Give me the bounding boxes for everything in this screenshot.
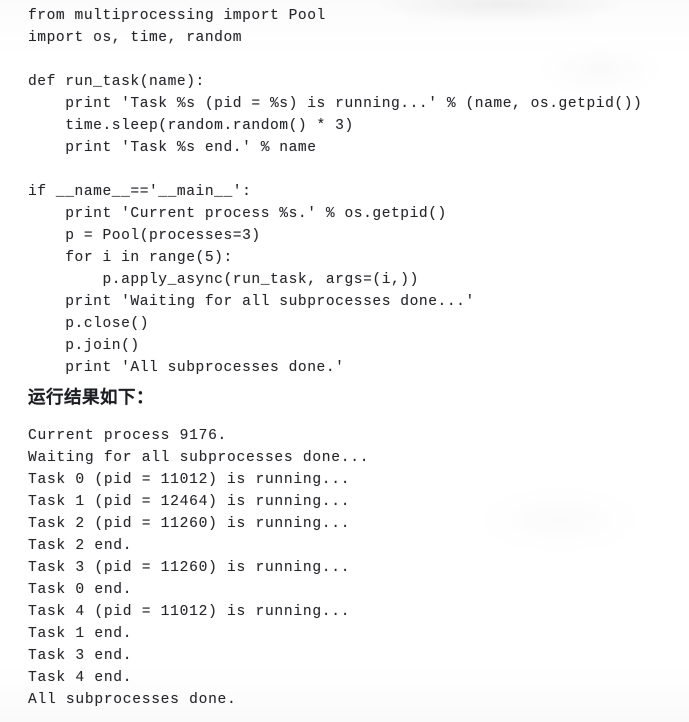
result-heading: 运行结果如下： bbox=[28, 388, 154, 408]
output-line: Task 1 end. bbox=[28, 626, 133, 642]
output-line: Task 0 end. bbox=[28, 582, 133, 598]
code-line: time.sleep(random.random() * 3) bbox=[28, 118, 354, 134]
code-line: from multiprocessing import Pool bbox=[28, 8, 326, 24]
output-line: Task 4 (pid = 11012) is running... bbox=[28, 604, 351, 620]
scanned-page: from multiprocessing import Pool import o… bbox=[0, 0, 689, 722]
python-code-block: from multiprocessing import Pool import o… bbox=[0, 5, 689, 379]
console-output-block: Current process 9176. Waiting for all sub… bbox=[0, 425, 689, 711]
output-line: Task 0 (pid = 11012) is running... bbox=[28, 472, 351, 488]
output-line: Task 2 (pid = 11260) is running... bbox=[28, 516, 351, 532]
code-line: p.close() bbox=[28, 316, 149, 332]
code-line: print 'All subprocesses done.' bbox=[28, 360, 345, 376]
code-line: print 'Task %s (pid = %s) is running...'… bbox=[28, 96, 643, 112]
code-line: print 'Current process %s.' % os.getpid(… bbox=[28, 206, 447, 222]
code-line: p = Pool(processes=3) bbox=[28, 228, 261, 244]
code-line: p.apply_async(run_task, args=(i,)) bbox=[28, 272, 419, 288]
code-line: import os, time, random bbox=[28, 30, 243, 46]
code-line: p.join() bbox=[28, 338, 140, 354]
output-line: Task 3 end. bbox=[28, 648, 133, 664]
code-line: print 'Task %s end.' % name bbox=[28, 140, 317, 156]
code-line: for i in range(5): bbox=[28, 250, 233, 266]
code-line: if __name__=='__main__': bbox=[28, 184, 252, 200]
code-line: def run_task(name): bbox=[28, 74, 205, 90]
output-line: Task 1 (pid = 12464) is running... bbox=[28, 494, 351, 510]
code-line: print 'Waiting for all subprocesses done… bbox=[28, 294, 475, 310]
output-line: Task 3 (pid = 11260) is running... bbox=[28, 560, 351, 576]
output-line: Task 2 end. bbox=[28, 538, 133, 554]
output-line: Task 4 end. bbox=[28, 670, 133, 686]
output-line: Waiting for all subprocesses done... bbox=[28, 450, 370, 466]
output-line: Current process 9176. bbox=[28, 428, 228, 444]
output-line: All subprocesses done. bbox=[28, 692, 237, 708]
